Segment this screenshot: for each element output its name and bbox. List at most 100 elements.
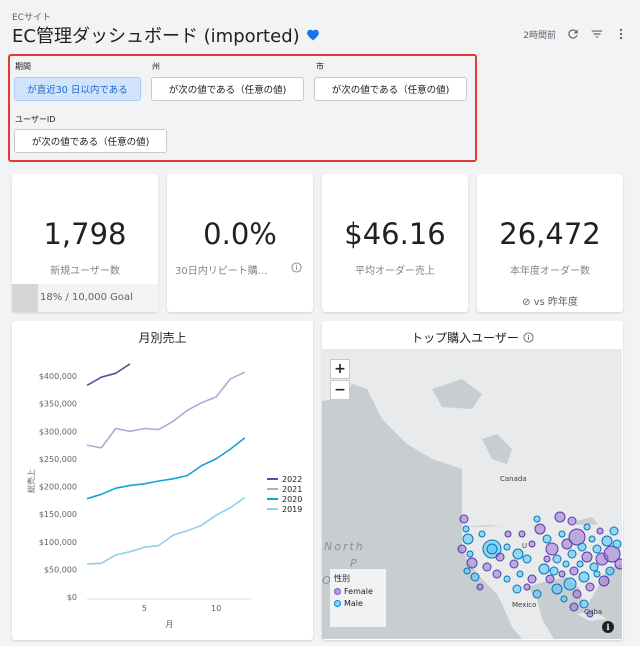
female-bubble[interactable] <box>527 574 537 584</box>
female-bubble[interactable] <box>459 514 469 524</box>
legend-label[interactable]: 2021 <box>282 485 302 494</box>
legend-female[interactable]: Female <box>334 587 386 596</box>
male-bubble[interactable] <box>589 562 599 572</box>
female-bubble[interactable] <box>482 562 492 572</box>
male-bubble[interactable] <box>588 535 596 543</box>
male-bubble[interactable] <box>503 575 511 583</box>
refresh-icon[interactable] <box>566 27 580 41</box>
state-filter-button[interactable]: が次の値である（任意の値) <box>151 77 304 101</box>
female-bubble[interactable] <box>543 555 551 563</box>
male-bubble[interactable] <box>466 550 474 558</box>
kpi-value: $46.16 <box>344 217 446 251</box>
female-bubble[interactable] <box>572 589 582 599</box>
monthly-sales-card[interactable]: 月別売上 $0 $50,000 $100,000 $150,000 $200,000 $2… <box>12 321 313 640</box>
info-icon[interactable] <box>523 332 534 343</box>
male-bubble[interactable] <box>551 583 563 595</box>
female-bubble[interactable] <box>585 582 595 592</box>
male-bubble[interactable] <box>612 539 622 549</box>
series-line-2020[interactable] <box>86 437 246 500</box>
series-line-2021[interactable] <box>86 371 246 449</box>
male-bubble[interactable] <box>579 599 589 609</box>
zoom-out-button[interactable]: − <box>330 380 350 400</box>
kpi-card-ytd-orders[interactable]: 26,472 本年度オーダー数 ⊘ vs 昨年度 <box>477 174 623 312</box>
female-bubble[interactable] <box>581 551 593 563</box>
male-bubble[interactable] <box>512 548 524 560</box>
male-bubble[interactable] <box>577 542 587 552</box>
series-line-2019[interactable] <box>86 496 246 565</box>
male-bubble[interactable] <box>470 572 480 582</box>
user-filter-button[interactable]: が次の値である（任意の値) <box>14 129 167 153</box>
legend-male[interactable]: Male <box>334 599 386 608</box>
female-bubble[interactable] <box>545 574 555 584</box>
male-bubble[interactable] <box>563 577 577 591</box>
male-bubble[interactable] <box>542 534 552 544</box>
female-bubble[interactable] <box>614 558 622 570</box>
top-users-map-card[interactable]: トップ購入ユーザー + − Canada U Mexico Cuba North… <box>322 321 623 640</box>
female-bubble[interactable] <box>569 566 579 576</box>
male-bubble[interactable] <box>552 554 562 564</box>
map-canvas[interactable]: + − Canada U Mexico Cuba North P O 性別 Fe… <box>322 349 622 639</box>
female-bubble[interactable] <box>509 559 519 569</box>
favorite-heart-icon[interactable] <box>306 28 320 42</box>
female-bubble[interactable] <box>554 511 566 523</box>
female-bubble[interactable] <box>457 544 467 554</box>
female-bubble[interactable] <box>567 516 577 526</box>
male-bubble[interactable] <box>592 544 602 554</box>
female-bubble[interactable] <box>492 569 502 579</box>
kpi-card-avg-order[interactable]: $46.16 平均オーダー売上 <box>322 174 468 312</box>
male-bubble[interactable] <box>533 515 541 523</box>
period-filter-button[interactable]: が直近30 日以内である <box>14 77 141 101</box>
male-bubble[interactable] <box>605 566 615 576</box>
male-bubble[interactable] <box>503 543 511 551</box>
legend-label[interactable]: 2020 <box>282 495 302 504</box>
male-bubble[interactable] <box>549 566 559 576</box>
y-tick-label: $150,000 <box>39 510 77 519</box>
male-bubble[interactable] <box>532 589 542 599</box>
kpi-label: 新規ユーザー数 <box>50 266 120 277</box>
female-bubble[interactable] <box>598 575 610 587</box>
kpi-card-repeat-rate[interactable]: 0.0% 30日内リピート購... <box>167 174 313 312</box>
more-vert-icon[interactable] <box>614 27 628 41</box>
male-bubble[interactable] <box>562 560 570 568</box>
female-bubble[interactable] <box>504 530 512 538</box>
male-bubble[interactable] <box>538 563 550 575</box>
female-bubble[interactable] <box>534 523 546 535</box>
male-bubble[interactable] <box>578 571 590 583</box>
male-bubble[interactable] <box>462 533 474 545</box>
legend-label[interactable]: 2022 <box>282 475 302 484</box>
series-line-2022[interactable] <box>86 363 131 387</box>
female-bubble[interactable] <box>466 557 478 569</box>
map-info-icon[interactable]: i <box>602 621 614 633</box>
male-bubble[interactable] <box>462 525 470 533</box>
male-bubble[interactable] <box>558 530 566 538</box>
legend-label[interactable]: 2019 <box>282 505 302 514</box>
female-bubble[interactable] <box>495 552 505 562</box>
city-filter-button[interactable]: が次の値である（任意の値) <box>314 77 467 101</box>
female-bubble[interactable] <box>523 583 531 591</box>
male-bubble[interactable] <box>567 549 577 559</box>
female-bubble[interactable] <box>518 530 526 538</box>
male-bubble[interactable] <box>560 595 568 603</box>
female-bubble[interactable] <box>569 602 579 612</box>
male-bubble[interactable] <box>463 567 471 575</box>
female-bubble[interactable] <box>476 583 484 591</box>
info-icon[interactable] <box>291 262 302 273</box>
male-bubble[interactable] <box>516 570 524 578</box>
kpi-card-new-users[interactable]: 1,798 新規ユーザー数 18% / 10,000 Goal <box>12 174 158 312</box>
male-bubble[interactable] <box>486 543 498 555</box>
male-bubble[interactable] <box>522 554 532 564</box>
female-bubble[interactable] <box>545 542 559 556</box>
filter-icon[interactable] <box>590 27 604 41</box>
female-bubble[interactable] <box>558 570 566 578</box>
male-bubble[interactable] <box>593 570 601 578</box>
male-bubble[interactable] <box>576 560 584 568</box>
female-bubble[interactable] <box>528 540 536 548</box>
male-bubble[interactable] <box>478 530 486 538</box>
male-dot-icon <box>334 600 341 607</box>
zoom-in-button[interactable]: + <box>330 359 350 379</box>
male-bubble[interactable] <box>609 526 619 536</box>
male-bubble[interactable] <box>512 584 522 594</box>
male-bubble[interactable] <box>601 535 613 547</box>
male-bubble[interactable] <box>583 523 591 531</box>
female-bubble[interactable] <box>596 527 604 535</box>
